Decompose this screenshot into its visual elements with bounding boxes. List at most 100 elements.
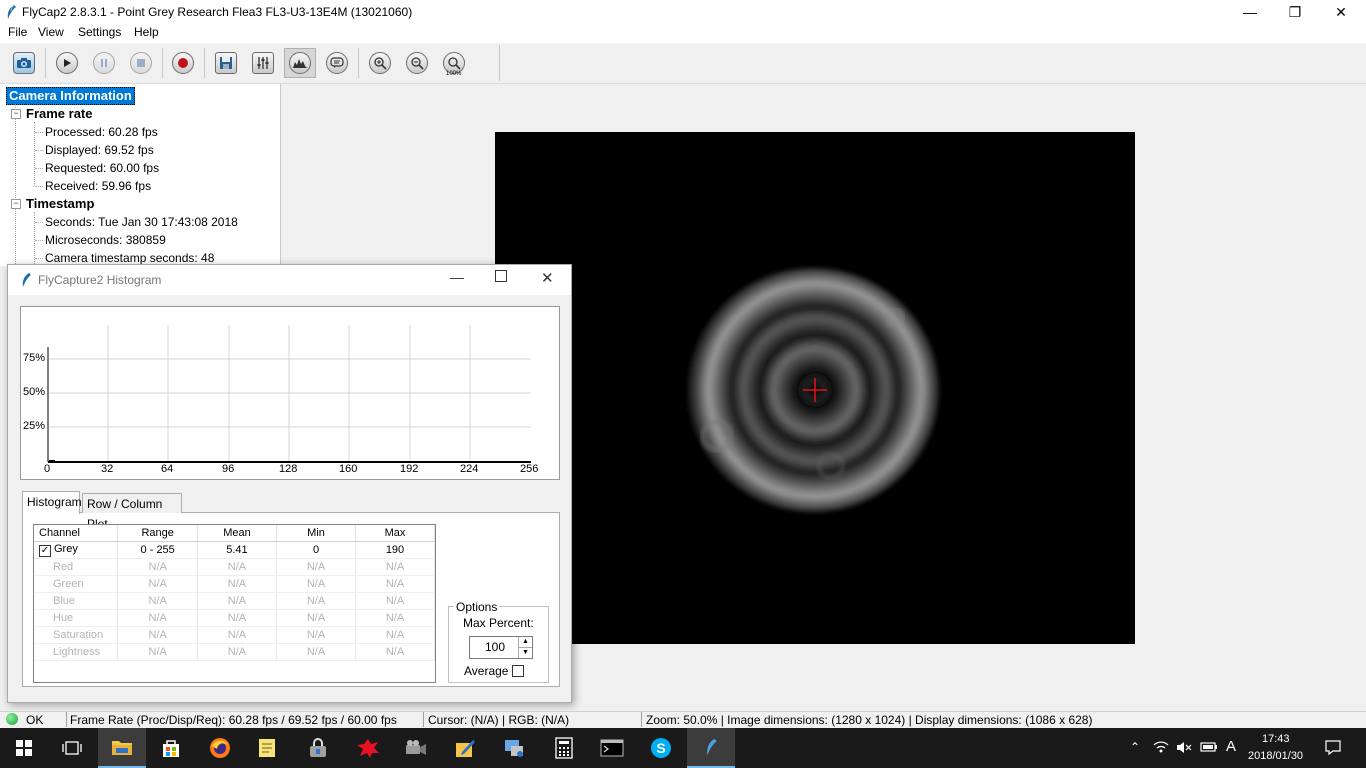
cell-mean: N/A bbox=[197, 609, 278, 627]
notes-button[interactable] bbox=[243, 728, 291, 768]
tree-item-received-fps[interactable]: Received: 59.96 fps bbox=[45, 179, 151, 193]
paint-app-button[interactable] bbox=[344, 728, 392, 768]
histogram-plot bbox=[20, 306, 560, 480]
clock-date[interactable]: 2018/01/30 bbox=[1248, 750, 1303, 762]
table-row: Blue N/A N/A N/A N/A bbox=[34, 592, 436, 610]
minimize-button[interactable]: — bbox=[1227, 0, 1273, 24]
tree-connector bbox=[35, 258, 43, 259]
histogram-toggle-button[interactable] bbox=[284, 48, 316, 78]
zoom-100-label: 100% bbox=[446, 71, 462, 77]
zoom-100-button[interactable]: 100% bbox=[438, 48, 470, 78]
tree-item-microseconds[interactable]: Microseconds: 380859 bbox=[45, 233, 166, 247]
firefox-button[interactable] bbox=[196, 728, 244, 768]
play-icon bbox=[56, 52, 78, 74]
menu-help[interactable]: Help bbox=[134, 25, 159, 39]
save-image-button[interactable] bbox=[210, 48, 242, 78]
average-label: Average bbox=[464, 664, 509, 678]
zoom-in-button[interactable] bbox=[364, 48, 396, 78]
start-button[interactable] bbox=[0, 728, 48, 768]
cell-min: N/A bbox=[276, 609, 356, 627]
spinner-down-button[interactable]: ▼ bbox=[518, 647, 532, 658]
camera-image[interactable] bbox=[495, 132, 1135, 644]
close-button[interactable]: ✕ bbox=[1318, 0, 1364, 24]
tree-item-displayed-fps[interactable]: Displayed: 69.52 fps bbox=[45, 143, 154, 157]
store-button[interactable] bbox=[147, 728, 195, 768]
edit-app-button[interactable] bbox=[441, 728, 489, 768]
spinner-up-button[interactable]: ▲ bbox=[518, 637, 532, 647]
max-percent-spinner[interactable]: 100 ▲ ▼ bbox=[469, 636, 533, 659]
battery-icon[interactable] bbox=[1200, 741, 1218, 753]
max-percent-input[interactable]: 100 bbox=[485, 640, 505, 654]
toolbar-separator bbox=[45, 48, 46, 78]
zoom-out-button[interactable] bbox=[401, 48, 433, 78]
restore-icon: ❐ bbox=[1288, 3, 1302, 20]
security-app-button[interactable] bbox=[294, 728, 342, 768]
collapse-frame-rate-toggle[interactable]: − bbox=[11, 109, 21, 119]
y-tick-25: 25% bbox=[23, 420, 46, 432]
window-title: FlyCap2 2.8.3.1 - Point Grey Research Fl… bbox=[22, 5, 413, 19]
tree-item-requested-fps[interactable]: Requested: 60.00 fps bbox=[45, 161, 159, 175]
x-tick-192: 192 bbox=[400, 463, 419, 475]
table-row[interactable]: ✓ Grey 0 - 255 5.41 0 190 bbox=[34, 541, 436, 559]
collapse-timestamp-toggle[interactable]: − bbox=[11, 199, 21, 209]
status-zoom: Zoom: 50.0% | Image dimensions: (1280 x … bbox=[646, 713, 1093, 727]
close-icon: ✕ bbox=[1335, 3, 1347, 20]
network-app-button[interactable] bbox=[490, 728, 538, 768]
spinner-up-icon: ▲ bbox=[522, 638, 529, 645]
column-header-channel[interactable]: Channel bbox=[34, 525, 119, 542]
cell-mean: N/A bbox=[197, 575, 278, 593]
cell-range: N/A bbox=[117, 592, 198, 610]
flycap-icon bbox=[707, 738, 717, 756]
column-header-max[interactable]: Max bbox=[355, 525, 436, 542]
channel-stats-table[interactable]: Channel Range Mean Min Max ✓ Grey 0 - 255… bbox=[33, 524, 436, 683]
start-camera-button[interactable] bbox=[8, 48, 40, 78]
notifications-icon[interactable] bbox=[1325, 740, 1341, 755]
hist-minimize-button[interactable]: — bbox=[450, 269, 464, 285]
info-panel-button[interactable] bbox=[321, 48, 353, 78]
tab-histogram[interactable]: Histogram bbox=[22, 491, 82, 514]
restore-button[interactable]: ❐ bbox=[1272, 0, 1318, 24]
tree-item-processed-fps[interactable]: Processed: 60.28 fps bbox=[45, 125, 158, 139]
camera-control-button[interactable] bbox=[247, 48, 279, 78]
hist-maximize-button[interactable] bbox=[495, 270, 507, 282]
media-app-button[interactable] bbox=[392, 728, 440, 768]
stop-button[interactable] bbox=[125, 48, 157, 78]
task-view-button[interactable] bbox=[48, 728, 96, 768]
tree-item-camera-timestamp-seconds[interactable]: Camera timestamp seconds: 48 bbox=[45, 251, 214, 265]
flycap-taskbar-button[interactable] bbox=[687, 728, 735, 768]
skype-icon: S bbox=[651, 738, 671, 758]
tree-group-timestamp[interactable]: Timestamp bbox=[26, 196, 94, 211]
record-button[interactable] bbox=[167, 48, 199, 78]
file-explorer-button[interactable] bbox=[98, 728, 146, 768]
tree-group-frame-rate[interactable]: Frame rate bbox=[26, 106, 92, 121]
terminal-button[interactable] bbox=[588, 728, 636, 768]
status-frame-rate: Frame Rate (Proc/Disp/Req): 60.28 fps / … bbox=[70, 713, 397, 727]
tree-root-camera-information[interactable]: Camera Information bbox=[6, 87, 135, 105]
column-header-range[interactable]: Range bbox=[117, 525, 198, 542]
ime-indicator[interactable]: A bbox=[1226, 738, 1236, 755]
skype-button[interactable]: S bbox=[637, 728, 685, 768]
status-state: OK bbox=[26, 713, 44, 727]
minimize-icon: — bbox=[450, 269, 464, 285]
play-button[interactable] bbox=[51, 48, 83, 78]
pause-button[interactable] bbox=[88, 48, 120, 78]
menu-view[interactable]: View bbox=[38, 25, 64, 39]
column-header-mean[interactable]: Mean bbox=[197, 525, 278, 542]
volume-muted-icon[interactable] bbox=[1176, 741, 1192, 754]
tree-connector bbox=[35, 132, 43, 133]
menu-settings[interactable]: Settings bbox=[78, 25, 121, 39]
average-checkbox[interactable] bbox=[512, 665, 524, 677]
cell-max: N/A bbox=[355, 575, 436, 593]
tree-item-seconds[interactable]: Seconds: Tue Jan 30 17:43:08 2018 bbox=[45, 215, 238, 229]
tab-row-column-plot[interactable]: Row / Column Plot bbox=[82, 493, 182, 531]
wifi-icon[interactable] bbox=[1153, 740, 1169, 754]
column-header-min[interactable]: Min bbox=[276, 525, 356, 542]
grey-channel-checkbox[interactable]: ✓ bbox=[39, 545, 51, 557]
close-icon: ✕ bbox=[541, 270, 554, 287]
clock-time[interactable]: 17:43 bbox=[1262, 733, 1290, 745]
tray-overflow-icon[interactable]: ⌃ bbox=[1130, 740, 1140, 754]
menu-file[interactable]: File bbox=[8, 25, 27, 39]
cell-max: N/A bbox=[355, 609, 436, 627]
hist-close-button[interactable]: ✕ bbox=[541, 269, 554, 287]
calculator-button[interactable] bbox=[540, 728, 588, 768]
